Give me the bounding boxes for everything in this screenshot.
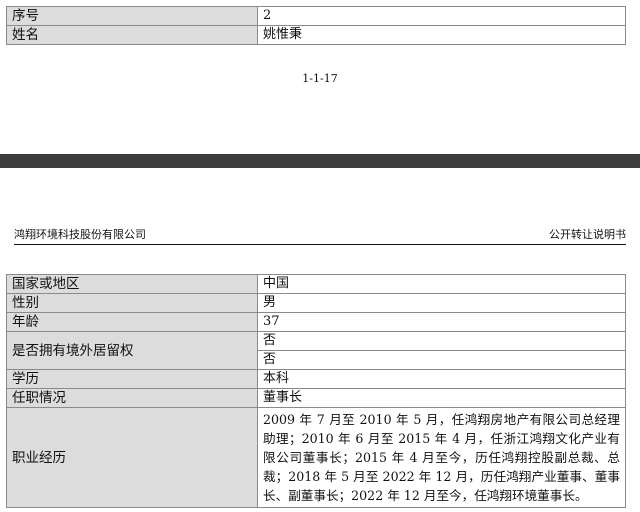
education-label: 学历	[6, 369, 258, 389]
age-value: 37	[257, 312, 626, 332]
country-value: 中国	[257, 274, 626, 294]
residency-label: 是否拥有境外居留权	[6, 331, 258, 370]
page-header: 鸿翔环境科技股份有限公司 公开转让说明书	[14, 226, 626, 245]
position-value: 董事长	[257, 388, 626, 408]
age-label: 年龄	[6, 312, 258, 332]
serial-label: 序号	[6, 6, 258, 26]
residency-value-2: 否	[257, 350, 626, 370]
position-label: 任职情况	[6, 388, 258, 408]
top-info-table: 序号 2 姓名 姚惟秉	[6, 6, 626, 45]
residency-value-1: 否	[257, 331, 626, 351]
name-value: 姚惟秉	[257, 25, 626, 45]
page-number: 1-1-17	[302, 72, 338, 85]
table-row: 序号 2	[6, 6, 626, 26]
education-value: 本科	[257, 369, 626, 389]
company-name: 鸿翔环境科技股份有限公司	[14, 228, 146, 241]
career-value: 2009 年 7 月至 2010 年 5 月，任鸿翔房地产有限公司总经理助理；2…	[257, 407, 626, 508]
table-row: 姓名 姚惟秉	[6, 25, 626, 45]
table-row: 学历 本科	[6, 369, 626, 389]
profile-table: 国家或地区 中国 性别 男 年龄 37 是否拥有境外居留权 否 否 学历 本科 …	[6, 274, 626, 508]
career-label: 职业经历	[6, 407, 258, 508]
table-row: 任职情况 董事长	[6, 388, 626, 408]
gender-value: 男	[257, 293, 626, 313]
country-label: 国家或地区	[6, 274, 258, 294]
table-row: 是否拥有境外居留权 否	[6, 331, 626, 370]
gender-label: 性别	[6, 293, 258, 313]
document-type: 公开转让说明书	[549, 228, 626, 241]
name-label: 姓名	[6, 25, 258, 45]
table-row: 性别 男	[6, 293, 626, 313]
table-row: 年龄 37	[6, 312, 626, 332]
page-divider	[0, 154, 640, 168]
serial-value: 2	[257, 6, 626, 26]
table-row: 国家或地区 中国	[6, 274, 626, 294]
table-row: 职业经历 2009 年 7 月至 2010 年 5 月，任鸿翔房地产有限公司总经…	[6, 407, 626, 508]
